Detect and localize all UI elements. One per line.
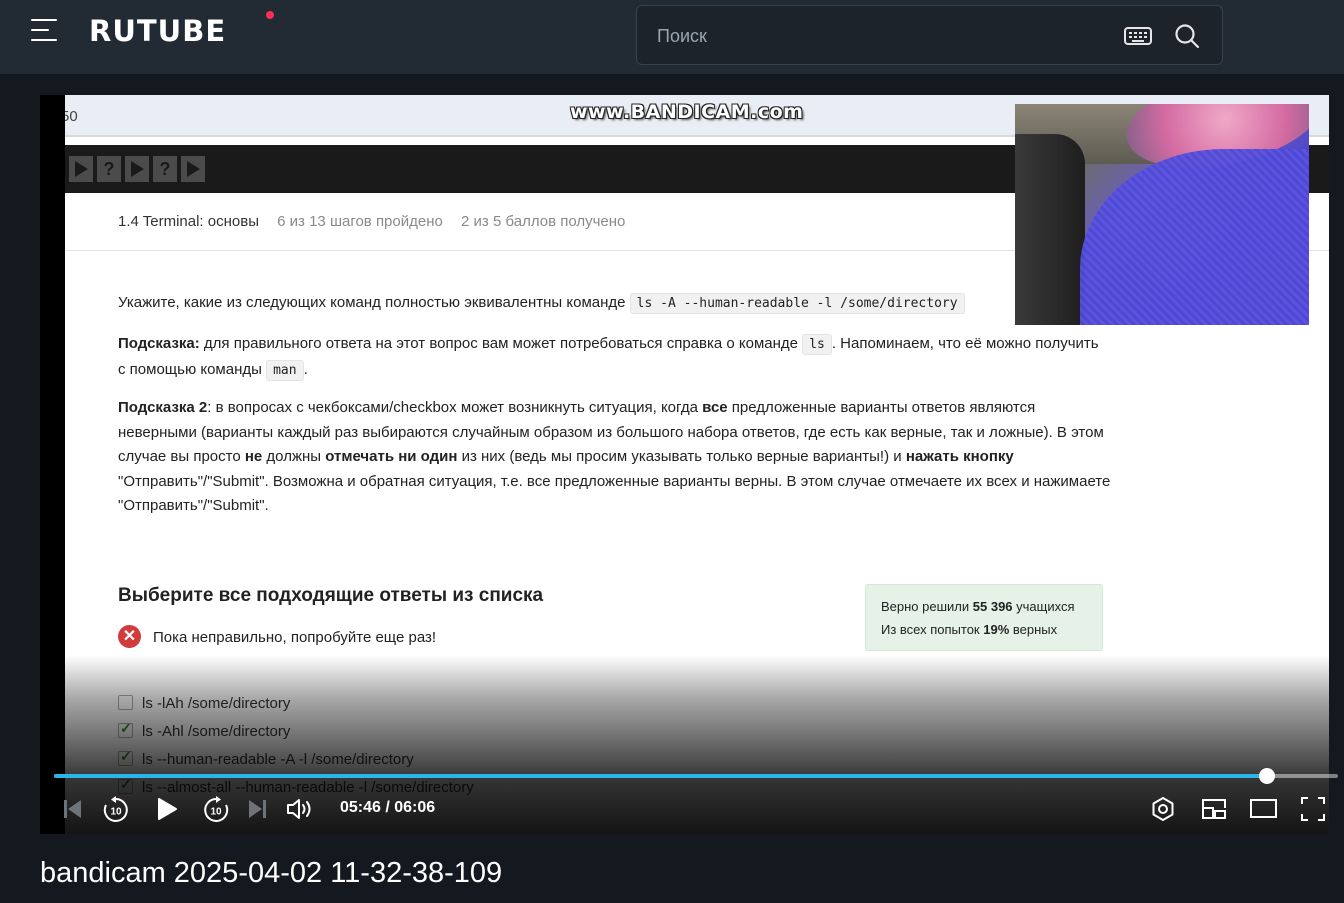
- video-title: bandicam 2025-04-02 11-32-38-109: [40, 857, 503, 889]
- bandicam-watermark: www.BANDICAM.com: [570, 101, 804, 123]
- svg-text:10: 10: [210, 807, 222, 818]
- stats-attempts: Из всех попыток 19% верных: [881, 622, 1058, 637]
- fullscreen-icon[interactable]: [1300, 796, 1326, 822]
- step-marker-video-icon: [181, 156, 205, 182]
- solution-stats: Верно решили 55 396 учащихся Из всех поп…: [865, 584, 1103, 651]
- search-box: [636, 5, 1223, 65]
- keyboard-icon[interactable]: [1123, 24, 1153, 48]
- previous-icon[interactable]: [62, 797, 84, 821]
- step-marker-question: ?: [153, 156, 177, 182]
- question-command: ls -A --human-readable -l /some/director…: [629, 293, 965, 314]
- lesson-steps-progress: 6 из 13 шагов пройдено: [277, 213, 443, 230]
- checkbox-checked: [118, 776, 133, 794]
- answer-option: ls --human-readable -A -l /some/director…: [118, 748, 414, 768]
- answer-option: ls -Ahl /some/directory: [118, 720, 290, 740]
- feedback-text: Пока неправильно, попробуйте еще раз!: [153, 629, 437, 646]
- forward-10-icon[interactable]: 10: [202, 796, 230, 824]
- progress-fill: [54, 774, 1267, 778]
- play-icon[interactable]: [155, 796, 179, 822]
- volume-icon[interactable]: [285, 796, 315, 822]
- question-text: Укажите, какие из следующих команд полно…: [118, 291, 1108, 317]
- hint-2: Подсказка 2: в вопросах с чекбоксами/che…: [118, 399, 1111, 514]
- theater-mode-icon[interactable]: [1249, 797, 1279, 821]
- hint-1: Подсказка: для правильного ответа на это…: [118, 332, 1108, 383]
- miniplayer-icon[interactable]: [1200, 796, 1228, 822]
- lesson-title: 1.4 Terminal: основы: [118, 213, 259, 230]
- settings-icon[interactable]: [1150, 796, 1176, 822]
- stats-solved: Верно решили 55 396 учащихся: [881, 599, 1075, 614]
- answer-option: ls -lAh /some/directory: [118, 695, 290, 712]
- recorded-url-text: 50: [65, 108, 78, 125]
- answer-option: ls --almost-all --human-readable -l /som…: [118, 776, 474, 796]
- webcam-overlay: [1015, 104, 1309, 325]
- rutube-logo[interactable]: RUTUBE: [89, 14, 226, 48]
- search-input[interactable]: [657, 24, 1087, 48]
- menu-icon[interactable]: [31, 19, 59, 41]
- top-header: RUTUBE: [0, 0, 1344, 74]
- step-marker-video-icon: [69, 156, 93, 182]
- checkbox: [118, 695, 133, 710]
- video-frame: 50 www.BANDICAM.com ? ? 1.4 Terminal: ос…: [65, 95, 1329, 834]
- lesson-breadcrumb: 1.4 Terminal: основы 6 из 13 шагов пройд…: [118, 213, 625, 230]
- logo-dot: [266, 11, 274, 19]
- answers-title: Выберите все подходящие ответы из списка: [118, 585, 544, 606]
- next-icon[interactable]: [246, 797, 268, 821]
- rewind-10-icon[interactable]: 10: [102, 796, 130, 824]
- step-marker-video-icon: [125, 156, 149, 182]
- video-player[interactable]: 50 www.BANDICAM.com ? ? 1.4 Terminal: ос…: [40, 95, 1329, 834]
- time-display: 05:46 / 06:06: [340, 799, 436, 816]
- progress-bar[interactable]: [54, 768, 1338, 784]
- svg-text:10: 10: [110, 807, 122, 818]
- search-icon[interactable]: [1173, 22, 1201, 50]
- checkbox-checked: [118, 720, 133, 738]
- progress-handle[interactable]: [1259, 768, 1275, 784]
- lesson-score: 2 из 5 баллов получено: [461, 213, 626, 230]
- checkbox-checked: [118, 748, 133, 766]
- step-marker-question: ?: [97, 156, 121, 182]
- wrong-answer-icon: ✕: [118, 625, 141, 648]
